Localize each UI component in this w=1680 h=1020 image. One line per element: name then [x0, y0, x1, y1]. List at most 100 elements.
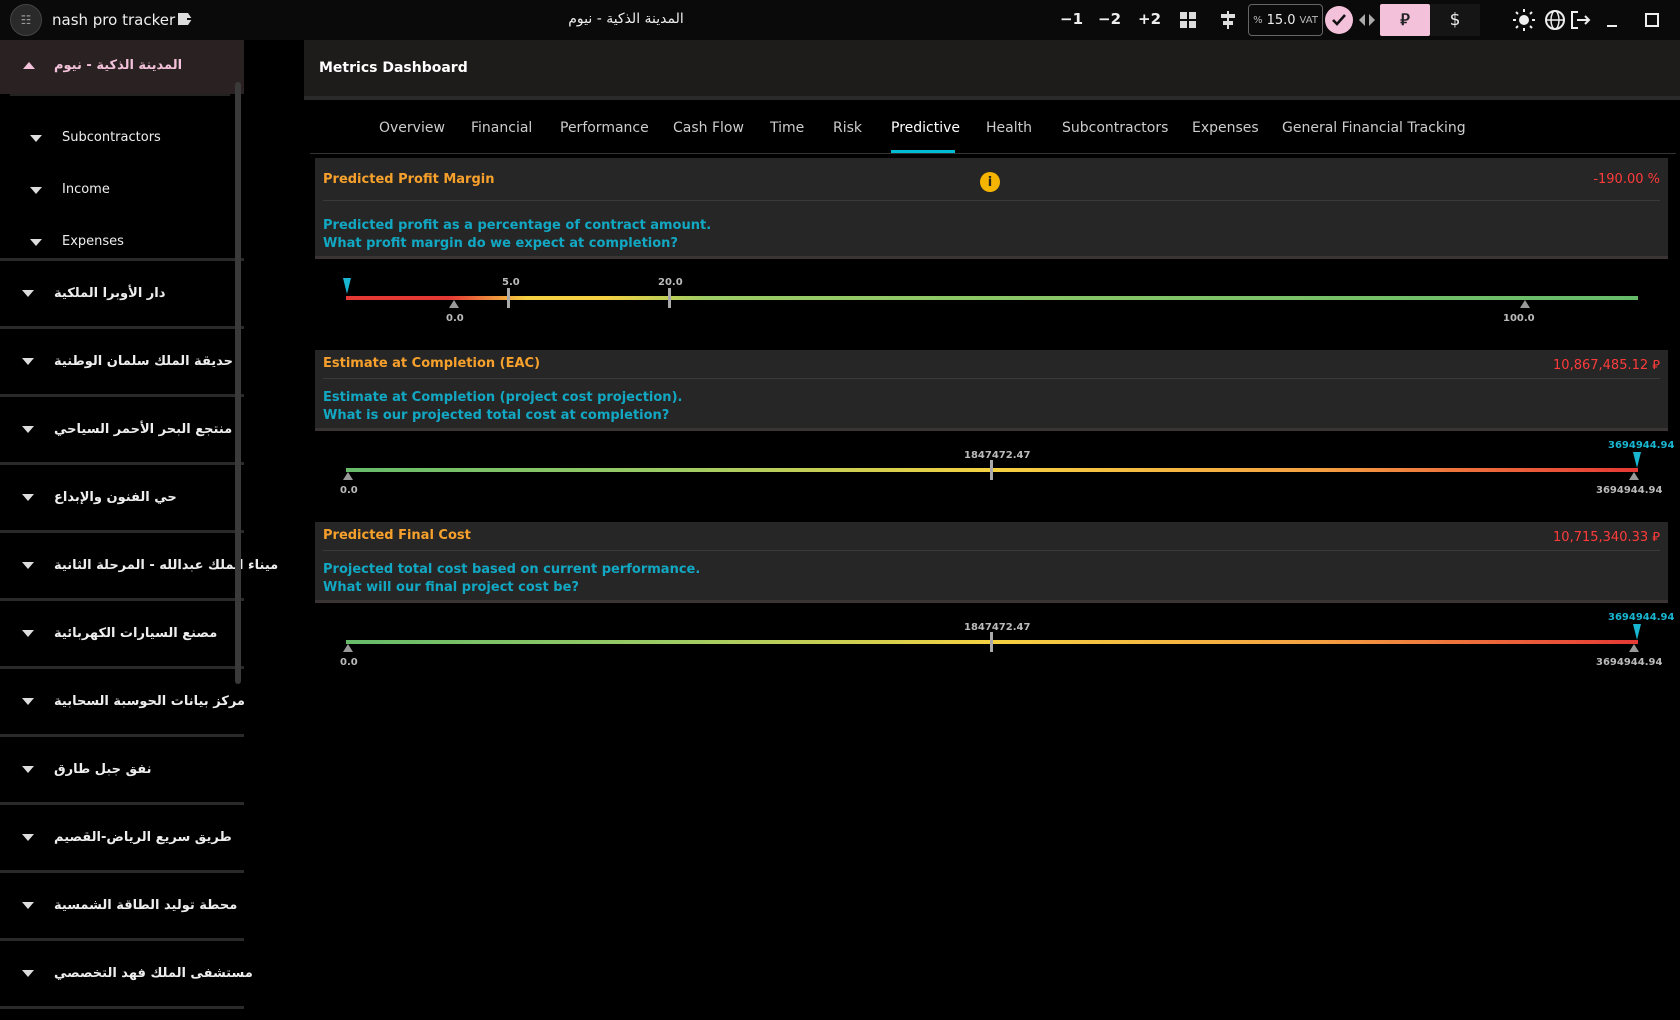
tick-label: 20.0 — [658, 277, 683, 288]
sidebar-subitem[interactable]: Expenses — [0, 227, 244, 257]
metric-value: -190.00 % — [1593, 172, 1660, 187]
tick-marker — [990, 460, 993, 480]
sidebar-project-label: مستشفى الملك فهد التخصصي — [54, 966, 253, 981]
sidebar-project-item[interactable]: مركز بيانات الحوسبة السحابية — [0, 669, 245, 734]
tab-risk[interactable]: Risk — [833, 114, 862, 154]
info-icon[interactable]: i — [980, 172, 1000, 192]
tab-general-financial-tracking[interactable]: General Financial Tracking — [1282, 114, 1466, 154]
logout-icon[interactable] — [1568, 8, 1592, 32]
tick-label: 3694944.94 — [1596, 485, 1663, 496]
tick-label: 3694944.94 — [1596, 657, 1663, 668]
metric-value: 10,715,340.33 ⃁ — [1553, 530, 1660, 545]
metric-description: Estimate at Completion (project cost pro… — [323, 390, 683, 405]
metric-title: Estimate at Completion (EAC) — [323, 356, 541, 371]
tab-overview[interactable]: Overview — [379, 114, 445, 154]
tab-subcontractors[interactable]: Subcontractors — [1062, 114, 1168, 154]
divider — [10, 94, 230, 96]
vat-input[interactable]: % 15.0 VAT — [1248, 4, 1323, 36]
sidebar-project-item[interactable]: منتجع البحر الأحمر السياحي — [0, 397, 244, 462]
tick-label: 100.0 — [1503, 313, 1535, 324]
title-bar: ☷ nash pro tracker المدينة الذكية - نيوم… — [0, 0, 1680, 40]
page-title: Metrics Dashboard — [319, 60, 468, 76]
tick-label: 5.0 — [502, 277, 520, 288]
adjust-minus2-button[interactable]: −2 — [1098, 10, 1121, 28]
metric-title: Predicted Profit Margin — [323, 172, 495, 187]
sun-icon[interactable] — [1512, 8, 1536, 32]
sidebar-subitem-label: Expenses — [62, 234, 124, 249]
globe-icon[interactable] — [1543, 8, 1567, 32]
sidebar-subitem-label: Income — [62, 182, 110, 197]
metric-value: 10,867,485.12 ⃁ — [1553, 358, 1660, 373]
tick-label: 0.0 — [340, 485, 358, 496]
metric-card-final-cost: Predicted Final Cost 10,715,340.33 ⃁ Pro… — [315, 522, 1668, 600]
marker-label: 3694944.94 — [1608, 612, 1675, 623]
tick-marker — [343, 644, 353, 652]
chevron-up-icon — [23, 62, 35, 69]
tick-label: 0.0 — [340, 657, 358, 668]
tab-predictive[interactable]: Predictive — [891, 114, 960, 154]
sidebar-project-label: دار الأوبرا الملكية — [54, 286, 166, 301]
vat-label: VAT — [1299, 14, 1318, 26]
tab-expenses[interactable]: Expenses — [1192, 114, 1259, 154]
chevron-down-icon — [22, 970, 34, 977]
align-icon[interactable] — [1216, 8, 1240, 32]
sidebar-project-item[interactable]: مصنع السيارات الكهربائية — [0, 601, 244, 666]
chevron-down-icon — [22, 358, 34, 365]
sidebar-project-label: نفق جبل طارق — [54, 762, 152, 777]
sidebar-subitem-label: Subcontractors — [62, 130, 161, 145]
export-icon[interactable] — [175, 8, 199, 32]
sidebar-project-label: منتجع البحر الأحمر السياحي — [54, 422, 233, 437]
sidebar-project-item[interactable]: حديقة الملك سلمان الوطنية — [0, 329, 244, 394]
maximize-icon[interactable] — [1640, 8, 1664, 32]
grid-icon[interactable] — [1176, 8, 1200, 32]
gauge-marker — [1633, 624, 1641, 640]
marker-label: 3694944.94 — [1608, 440, 1675, 451]
sidebar-project-label: طريق سريع الرياض-القصيم — [54, 830, 232, 845]
sidebar-expanded-project[interactable]: المدينة الذكية - نيوم — [0, 40, 244, 94]
sidebar-project-label: مصنع السيارات الكهربائية — [54, 626, 218, 641]
tab-financial[interactable]: Financial — [471, 114, 532, 154]
sidebar-project-label: حي الفنون والإبداع — [54, 490, 177, 505]
tick-marker — [1520, 300, 1530, 308]
sidebar-project-item[interactable]: دار الأوبرا الملكية — [0, 261, 244, 326]
metric-question: What is our projected total cost at comp… — [323, 408, 670, 423]
sidebar-scrollbar[interactable] — [235, 82, 241, 684]
chevron-down-icon — [22, 494, 34, 501]
tab-time[interactable]: Time — [770, 114, 804, 154]
sidebar-project-item[interactable]: طريق سريع الرياض-القصيم — [0, 805, 244, 870]
tick-marker — [507, 288, 510, 308]
sidebar: المدينة الذكية - نيوم Subcontractors Inco… — [0, 40, 278, 1020]
adjust-minus1-button[interactable]: −1 — [1060, 10, 1083, 28]
sidebar-project-item[interactable]: حي الفنون والإبداع — [0, 465, 244, 530]
sidebar-project-item[interactable]: محطة توليد الطاقة الشمسية — [0, 873, 244, 938]
adjust-plus2-button[interactable]: +2 — [1138, 10, 1161, 28]
sidebar-subitem[interactable]: Income — [0, 175, 244, 205]
tab-cash-flow[interactable]: Cash Flow — [673, 114, 744, 154]
vat-percent-sign: % — [1253, 14, 1263, 26]
minimize-icon[interactable] — [1600, 8, 1624, 32]
divider — [323, 550, 1660, 551]
window-title: المدينة الذكية - نيوم — [568, 11, 684, 27]
tab-performance[interactable]: Performance — [560, 114, 649, 154]
chevron-down-icon — [22, 290, 34, 297]
sidebar-project-item[interactable]: نفق جبل طارق — [0, 737, 244, 802]
check-icon[interactable] — [1325, 6, 1353, 34]
tick-marker — [668, 288, 671, 308]
vat-value: 15.0 — [1266, 12, 1296, 28]
tick-label: 1847472.47 — [964, 622, 1031, 633]
metric-description: Predicted profit as a percentage of cont… — [323, 218, 712, 233]
tab-bar: Overview Financial Performance Cash Flow Tim… — [310, 114, 1676, 154]
currency-usd-label: $ — [1449, 10, 1461, 30]
currency-usd-button[interactable]: $ — [1430, 4, 1480, 36]
sidebar-project-item[interactable]: ميناء الملك عبدالله - المرحلة الثانية — [0, 533, 278, 598]
currency-sar-label: ⃁ — [1400, 10, 1410, 29]
split-icon[interactable] — [1355, 8, 1379, 32]
tab-health[interactable]: Health — [986, 114, 1032, 154]
tick-marker — [1629, 472, 1639, 480]
sidebar-project-item[interactable]: مستشفى الملك فهد التخصصي — [0, 941, 253, 1006]
sidebar-subitem[interactable]: Subcontractors — [0, 123, 244, 153]
tick-marker — [449, 300, 459, 308]
chevron-down-icon — [22, 426, 34, 433]
metric-description: Projected total cost based on current pe… — [323, 562, 701, 577]
currency-sar-button[interactable]: ⃁ — [1380, 4, 1430, 36]
